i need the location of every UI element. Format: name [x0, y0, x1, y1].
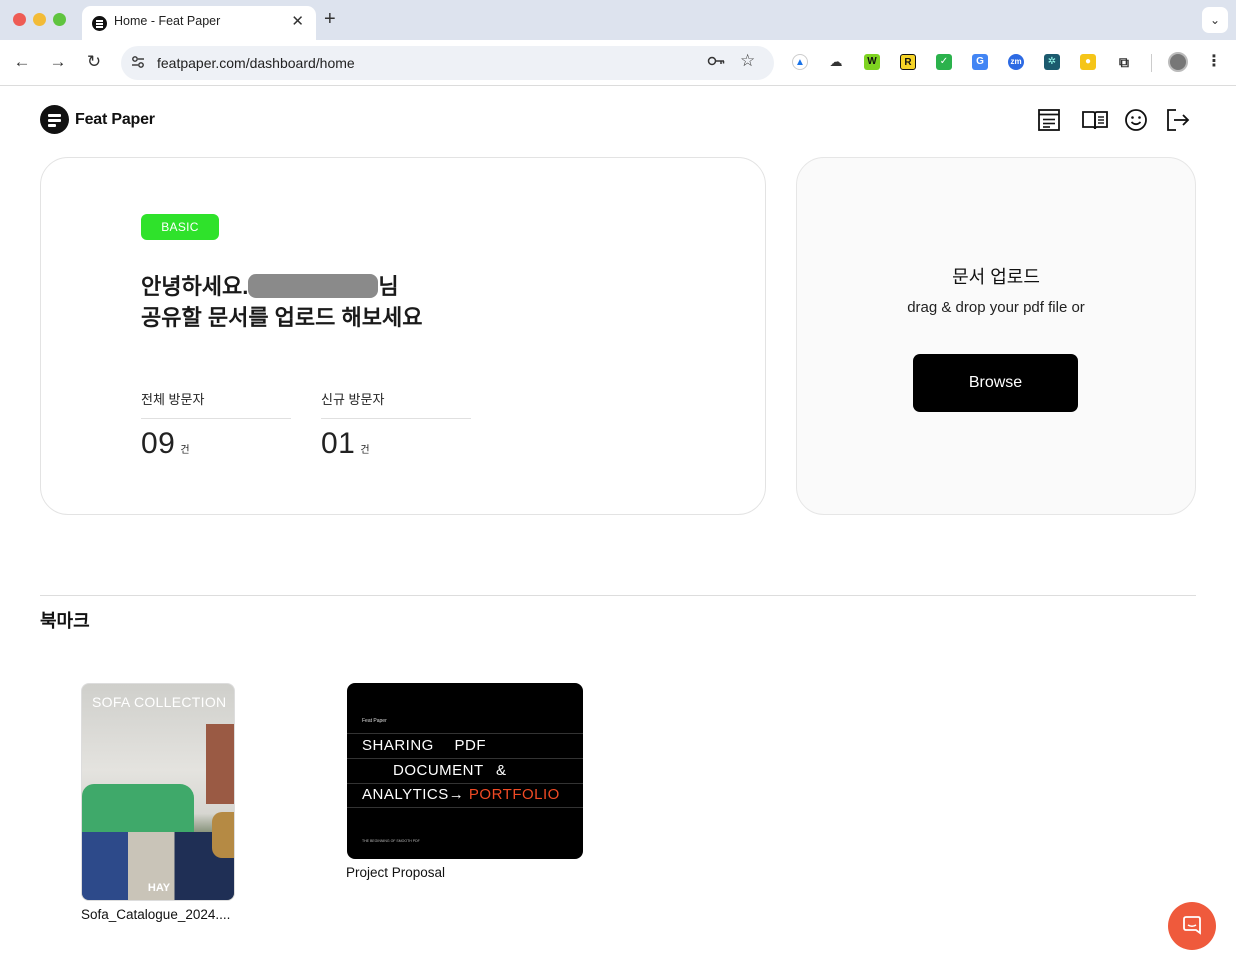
site-settings-icon[interactable]: [129, 54, 147, 72]
cloud-extension-icon[interactable]: ☁: [828, 54, 844, 70]
dashboard-page: Feat Paper BASIC 안녕하세요. 님 공유할 문서를 업로드 해보세…: [0, 87, 1236, 969]
new-tab-icon[interactable]: +: [324, 8, 336, 31]
thumbnail-brand: Feat Paper: [362, 718, 387, 724]
checkmark-extension-icon[interactable]: ✓: [936, 54, 952, 70]
stat-unit: 건: [360, 445, 371, 456]
extension-r-icon[interactable]: R: [900, 54, 916, 70]
logout-icon[interactable]: [1165, 107, 1191, 133]
extension-w-icon[interactable]: W: [864, 54, 880, 70]
bookmarks-title: 북마크: [40, 611, 90, 631]
tab-title: Home - Feat Paper: [114, 14, 221, 28]
brick-wall-decoration: [206, 724, 234, 804]
thumbnail-line-3: ANALYTICS→ PORTFOLIO: [362, 786, 560, 803]
logo-text: Feat Paper: [75, 110, 155, 128]
stat-unit: 건: [180, 445, 191, 456]
stat-label: 신규 방문자: [321, 389, 471, 419]
browse-button[interactable]: Browse: [913, 354, 1078, 412]
address-bar[interactable]: featpaper.com/dashboard/home ☆: [121, 46, 774, 80]
stat-value: 09: [141, 427, 176, 460]
welcome-card: BASIC 안녕하세요. 님 공유할 문서를 업로드 해보세요 전체 방문자 09…: [40, 157, 766, 515]
browser-tab[interactable]: Home - Feat Paper ✕: [82, 6, 316, 40]
tab-close-icon[interactable]: ✕: [291, 12, 304, 30]
upload-subtitle: drag & drop your pdf file or: [907, 299, 1085, 316]
thumbnail-line-2: DOCUMENT &: [393, 762, 507, 779]
section-divider: [40, 595, 1196, 596]
zoom-window-button[interactable]: [53, 13, 66, 26]
extensions-puzzle-icon[interactable]: ⧉: [1116, 54, 1132, 70]
stat-value: 01: [321, 427, 356, 460]
thumbnail-line-1: SHARING PDF: [362, 737, 487, 754]
thumbnail-footer: THE BEGINNING OF SMOOTH PDF: [362, 839, 420, 843]
plan-badge: BASIC: [141, 214, 219, 240]
tab-search-chevron-icon[interactable]: ⌄: [1202, 7, 1228, 33]
bookmark-thumbnail[interactable]: SOFA COLLECTION HAY: [81, 683, 235, 901]
url-text: featpaper.com/dashboard/home: [157, 55, 355, 71]
extension-a-icon[interactable]: ▲: [792, 54, 808, 70]
feat-paper-logo-icon: [40, 105, 69, 134]
logo[interactable]: Feat Paper: [40, 105, 155, 134]
greeting-line2: 공유할 문서를 업로드 해보세요: [141, 305, 423, 330]
thumbnail-title: SOFA COLLECTION: [92, 694, 227, 710]
browser-toolbar: ← → ↻ featpaper.com/dashboard/home ☆ ▲ ☁…: [0, 40, 1236, 86]
tree-extension-icon[interactable]: ✲: [1044, 54, 1060, 70]
upload-title: 문서 업로드: [952, 267, 1040, 287]
greeting-suffix: 님: [378, 274, 399, 299]
bookmark-star-icon[interactable]: ☆: [740, 51, 755, 71]
back-arrow-icon[interactable]: ←: [12, 52, 32, 72]
forward-arrow-icon[interactable]: →: [48, 52, 68, 72]
bookmark-name[interactable]: Sofa_Catalogue_2024....: [81, 907, 235, 922]
reload-icon[interactable]: ↻: [84, 52, 104, 72]
chat-support-button[interactable]: [1168, 902, 1216, 950]
browser-menu-icon[interactable]: ⋮: [1206, 51, 1222, 71]
greeting: 안녕하세요. 님 공유할 문서를 업로드 해보세요: [141, 271, 422, 333]
close-window-button[interactable]: [13, 13, 26, 26]
feat-paper-favicon-icon: [92, 16, 107, 31]
stat-new-visitors: 신규 방문자 01 건: [321, 389, 471, 461]
open-book-icon[interactable]: [1081, 107, 1109, 133]
chat-icon: [1181, 915, 1203, 942]
chair-decoration: [212, 812, 234, 858]
bookmark-name[interactable]: Project Proposal: [346, 865, 583, 880]
bookmark-thumbnail[interactable]: Feat Paper SHARING PDF DOCUMENT & ANALYT…: [347, 683, 583, 859]
thumbnail-brand: HAY: [147, 882, 171, 894]
document-list-icon[interactable]: [1036, 107, 1062, 133]
upload-dropzone[interactable]: 문서 업로드 drag & drop your pdf file or Brow…: [796, 157, 1196, 515]
keep-extension-icon[interactable]: ●: [1080, 54, 1096, 70]
stat-label: 전체 방문자: [141, 389, 291, 419]
bookmark-item-sofa-catalogue[interactable]: SOFA COLLECTION HAY Sofa_Catalogue_2024.…: [81, 683, 235, 922]
minimize-window-button[interactable]: [33, 13, 46, 26]
translate-extension-icon[interactable]: G: [972, 54, 988, 70]
toolbar-divider: [1151, 54, 1152, 72]
browser-titlebar: Home - Feat Paper ✕ + ⌄: [0, 0, 1236, 40]
stat-total-visitors: 전체 방문자 09 건: [141, 389, 291, 461]
greeting-prefix: 안녕하세요.: [141, 274, 249, 299]
password-key-icon[interactable]: [707, 53, 725, 72]
smiley-icon[interactable]: [1123, 107, 1149, 133]
zoom-extension-icon[interactable]: zm: [1008, 54, 1024, 70]
bookmark-item-project-proposal[interactable]: Feat Paper SHARING PDF DOCUMENT & ANALYT…: [346, 683, 583, 880]
profile-avatar[interactable]: [1168, 52, 1188, 72]
thumbnail-highlight: PORTFOLIO: [468, 786, 560, 803]
redacted-username: [248, 274, 379, 298]
